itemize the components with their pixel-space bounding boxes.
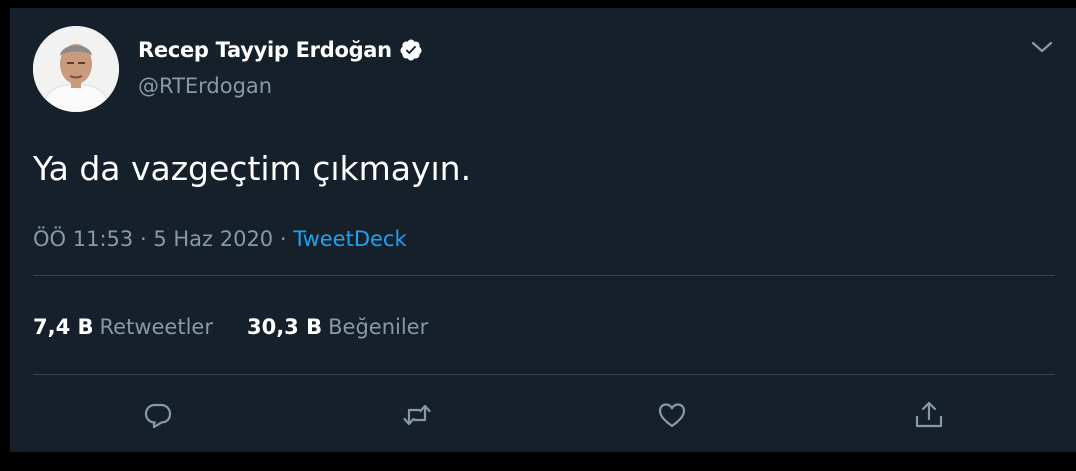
author-name[interactable]: Recep Tayyip Erdoğan (138, 38, 392, 62)
retweet-icon[interactable] (400, 398, 434, 432)
likes-stat[interactable]: 30,3 B Beğeniler (247, 315, 428, 339)
divider (33, 374, 1055, 375)
tweet-date[interactable]: 5 Haz 2020 (153, 227, 273, 251)
verified-badge-icon (399, 38, 423, 62)
tweet-text: Ya da vazgeçtim çıkmayın. (33, 149, 472, 188)
tweet-source-link[interactable]: TweetDeck (293, 227, 406, 251)
share-icon[interactable] (912, 398, 946, 432)
tweet-card: Recep Tayyip Erdoğan @RTErdogan Ya da va… (10, 8, 1076, 452)
tweet-time[interactable]: ÖÖ 11:53 (33, 227, 133, 251)
retweets-stat[interactable]: 7,4 B Retweetler (33, 315, 213, 339)
avatar-image (33, 26, 119, 112)
avatar[interactable] (33, 26, 119, 112)
like-icon[interactable] (655, 398, 689, 432)
tweet-meta: ÖÖ 11:53 · 5 Haz 2020 · TweetDeck (33, 227, 407, 251)
reply-icon[interactable] (141, 398, 175, 432)
likes-label: Beğeniler (328, 315, 429, 339)
likes-count: 30,3 B (246, 315, 323, 339)
retweets-count: 7,4 B (33, 315, 94, 339)
divider (33, 275, 1055, 276)
tweet-stats: 7,4 B Retweetler 30,3 B Beğeniler (33, 315, 462, 339)
chevron-down-icon[interactable] (1029, 36, 1055, 58)
retweets-label: Retweetler (99, 315, 213, 339)
meta-separator: · (139, 227, 147, 251)
author-name-row[interactable]: Recep Tayyip Erdoğan (138, 38, 423, 62)
author-handle[interactable]: @RTErdogan (138, 74, 272, 98)
meta-separator: · (279, 227, 287, 251)
